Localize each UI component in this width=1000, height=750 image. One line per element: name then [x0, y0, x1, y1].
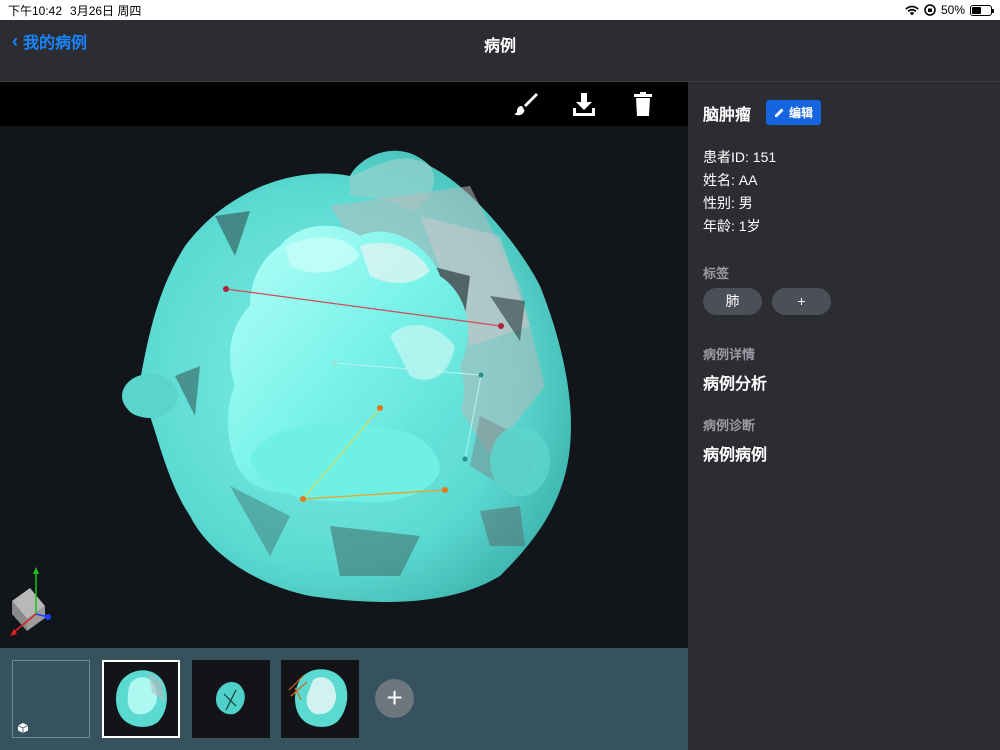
thumbnail-preview-image: [288, 669, 348, 727]
diagnosis-title: 脑肿瘤: [703, 106, 752, 124]
page-title: 病例: [483, 38, 516, 55]
download-icon[interactable]: [571, 91, 597, 117]
add-thumbnail-button[interactable]: +: [375, 679, 414, 718]
brain-tumor-3d-model[interactable]: [0, 126, 688, 648]
patient-gender: 性别: 男: [703, 195, 753, 211]
pencil-icon: [775, 108, 784, 117]
patient-id: 患者ID: 151: [703, 149, 777, 165]
nav-bar: ‹ 我的病例 病例: [0, 20, 1000, 82]
orientation-lock-icon: [924, 4, 936, 16]
thumbnail-empty[interactable]: [12, 660, 90, 738]
cube-icon: [18, 723, 28, 733]
thumbnail-preview-image: [216, 682, 245, 715]
brush-icon[interactable]: [513, 91, 539, 117]
edit-label: 编辑: [789, 106, 814, 120]
tag-list: 肺 +: [703, 288, 831, 315]
trash-icon[interactable]: [630, 91, 656, 117]
thumbnail-preview-image: [116, 670, 167, 727]
patient-info: 患者ID: 151 姓名: AA 性别: 男 年龄: 1岁: [703, 146, 776, 238]
patient-age: 年龄: 1岁: [703, 218, 761, 234]
battery-icon: [970, 4, 994, 16]
diagnosis-header: 脑肿瘤 编辑: [703, 100, 822, 125]
patient-name: 姓名: AA: [703, 172, 758, 188]
thumbnail-model-3[interactable]: [281, 660, 359, 738]
status-time: 下午10:42: [8, 3, 63, 18]
add-tag-button[interactable]: +: [772, 288, 831, 315]
edit-button[interactable]: 编辑: [766, 100, 822, 125]
diagnosis-section-header: 病例诊断: [703, 418, 756, 433]
thumbnail-model-1[interactable]: [102, 660, 180, 738]
thumbnail-strip: +: [0, 648, 688, 750]
details-header: 病例详情: [703, 347, 756, 362]
details-value[interactable]: 病例分析: [703, 370, 767, 394]
tags-header: 标签: [703, 266, 730, 281]
diagnosis-value[interactable]: 病例病例: [703, 441, 767, 465]
tag-chip[interactable]: 肺: [703, 288, 762, 315]
viewer-toolbar: [0, 82, 688, 126]
status-date: 3月26日 周四: [70, 3, 142, 18]
orientation-gizmo[interactable]: [10, 567, 51, 636]
model-viewer[interactable]: [0, 82, 688, 648]
thumbnail-model-2[interactable]: [192, 660, 270, 738]
battery-percent: 50%: [940, 3, 965, 17]
status-bar: 下午10:42 3月26日 周四 50%: [0, 0, 1000, 20]
case-info-panel: 脑肿瘤 编辑 患者ID: 151 姓名: AA 性别: 男 年龄: 1岁 标签 …: [688, 82, 1000, 750]
wifi-icon: [905, 5, 919, 15]
